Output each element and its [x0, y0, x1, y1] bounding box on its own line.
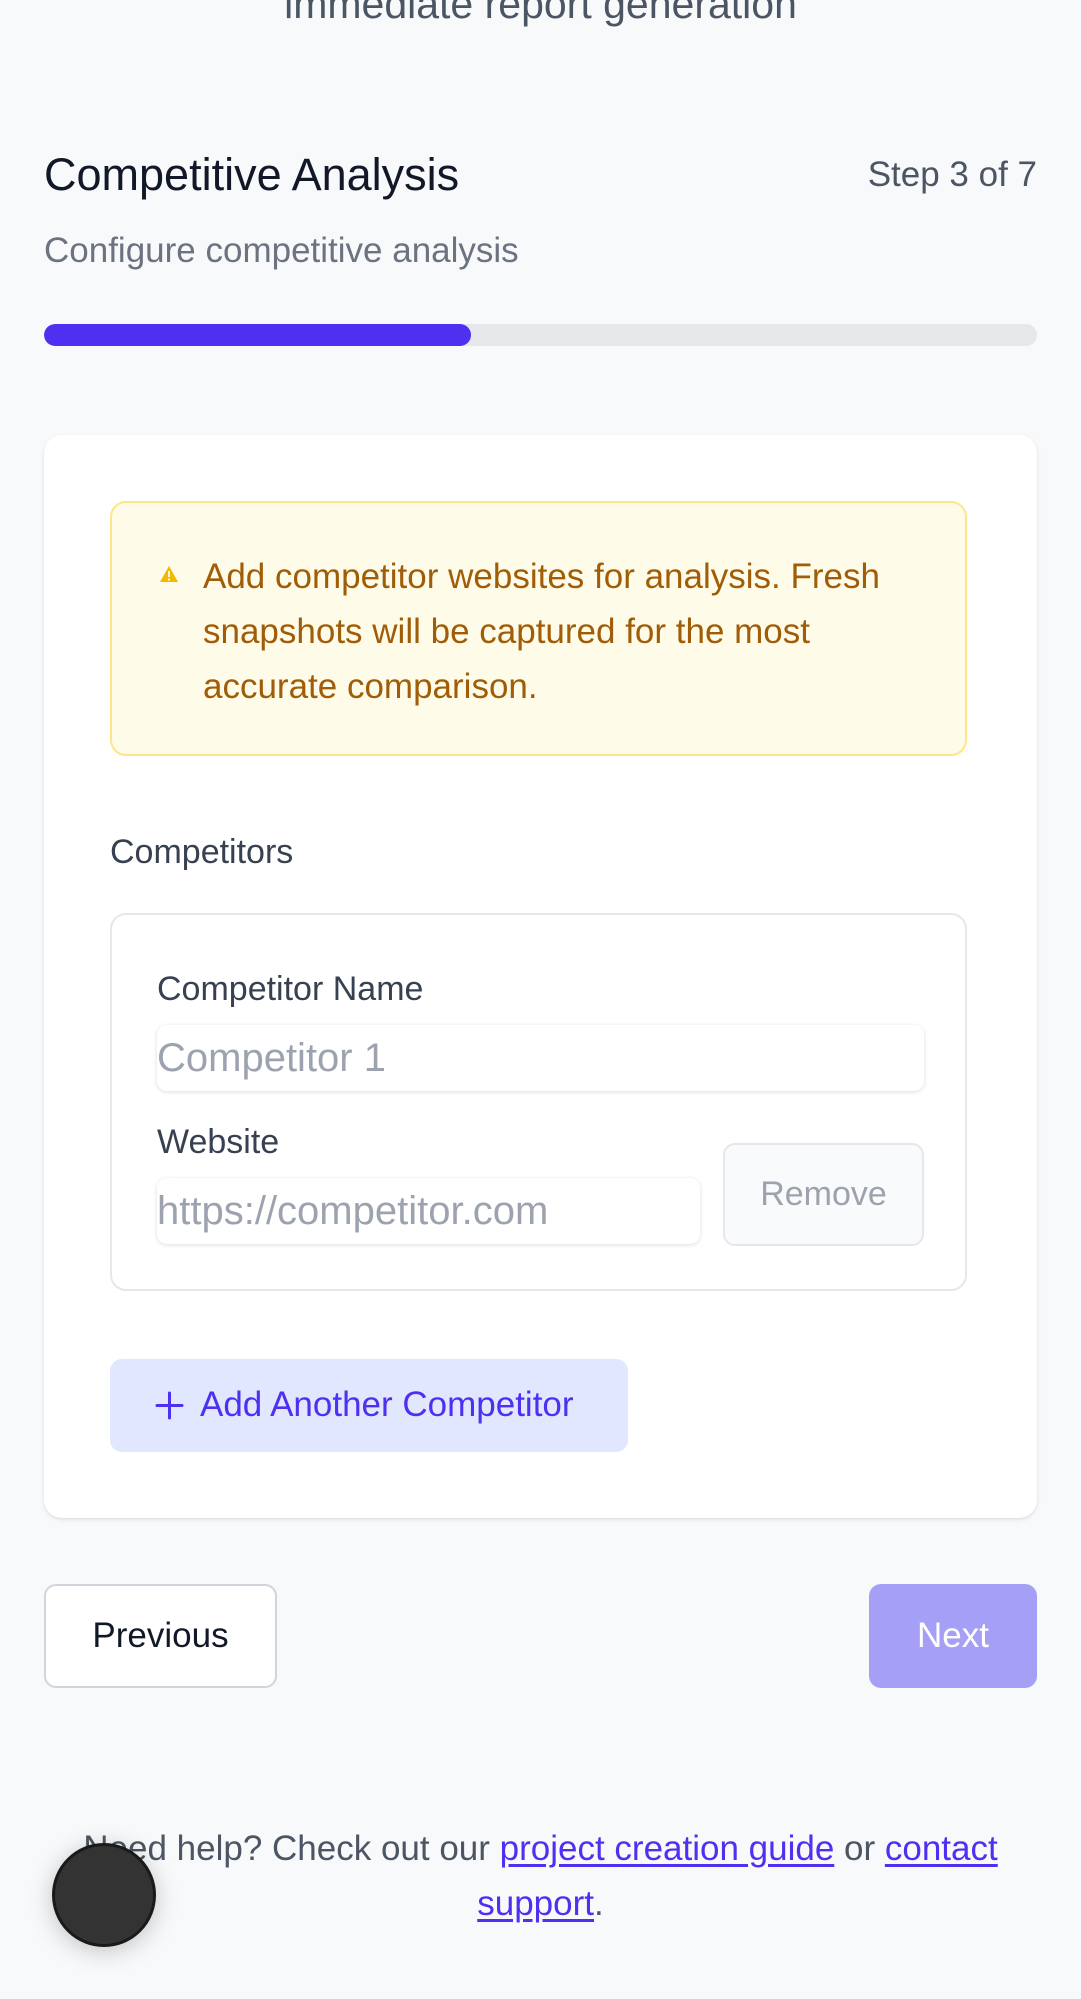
add-competitor-label: Add Another Competitor [200, 1385, 574, 1424]
step-subtitle: Configure competitive analysis [44, 231, 519, 270]
help-prefix: Need help? Check out our [83, 1829, 500, 1868]
info-notice: Add competitor websites for analysis. Fr… [110, 501, 967, 756]
competitor-name-input[interactable] [157, 1025, 924, 1091]
next-button[interactable]: Next [869, 1584, 1037, 1688]
step-header: Competitive Analysis Step 3 of 7 [44, 146, 1037, 206]
remove-competitor-button[interactable]: Remove [723, 1143, 924, 1246]
website-label: Website [157, 1123, 280, 1161]
website-input[interactable] [157, 1178, 700, 1244]
step-counter: Step 3 of 7 [867, 155, 1037, 194]
help-suffix: . [594, 1884, 604, 1923]
notice-text: Add competitor websites for analysis. Fr… [203, 557, 880, 706]
step-card: Add competitor websites for analysis. Fr… [44, 435, 1037, 1518]
page-heading-caption: immediate report generation [284, 0, 797, 27]
progress-bar-fill [44, 324, 471, 346]
progress-bar [44, 324, 1037, 346]
previous-button[interactable]: Previous [44, 1584, 277, 1688]
plus-icon [155, 1391, 184, 1420]
help-text: Need help? Check out our project creatio… [44, 1821, 1037, 1931]
competitor-entry: Competitor Name Website Remove [110, 913, 967, 1291]
step-title: Competitive Analysis [44, 149, 460, 200]
competitors-label: Competitors [110, 833, 294, 871]
project-guide-link[interactable]: project creation guide [500, 1829, 835, 1868]
floating-action-button[interactable] [52, 1843, 156, 1947]
warning-icon [160, 566, 178, 582]
competitor-name-label: Competitor Name [157, 970, 424, 1008]
help-middle: or [834, 1829, 885, 1868]
add-competitor-button[interactable]: Add Another Competitor [110, 1359, 628, 1452]
